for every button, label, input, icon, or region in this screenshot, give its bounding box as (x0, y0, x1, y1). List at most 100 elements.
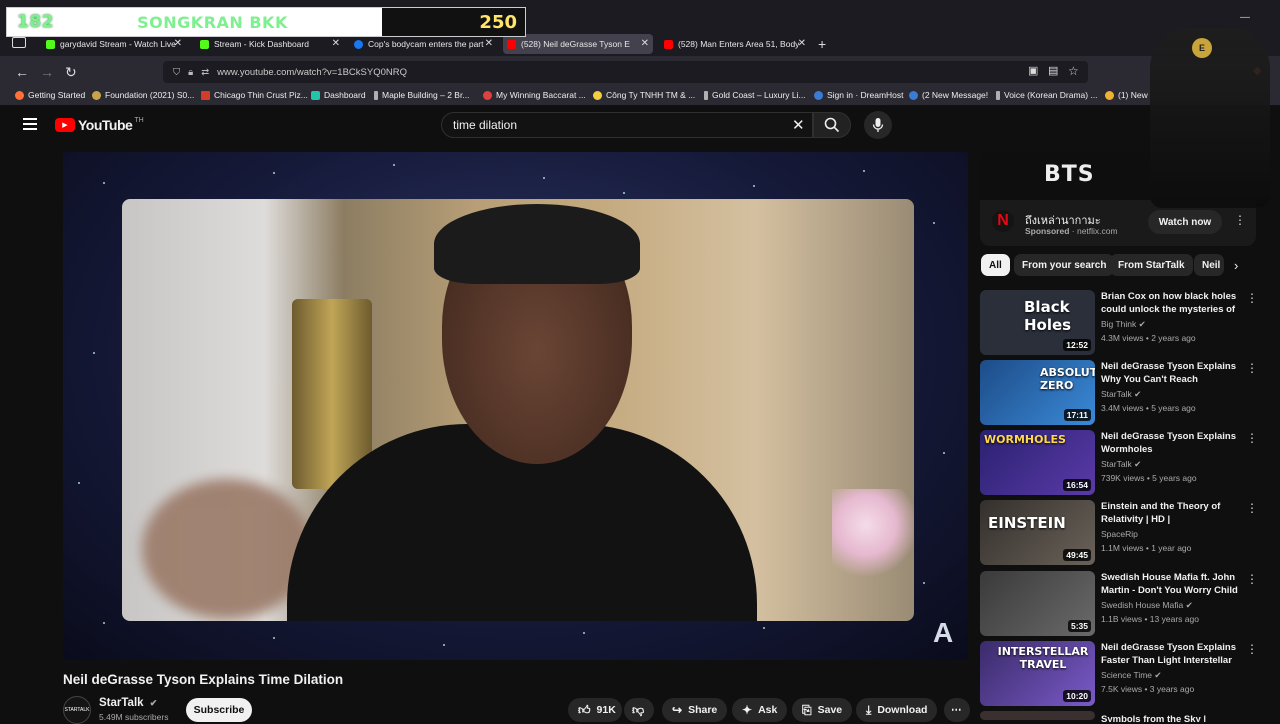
recommendation-title[interactable]: Einstein and the Theory of Relativity | … (1101, 500, 1241, 526)
close-icon[interactable]: ✕ (332, 38, 340, 49)
save-button[interactable]: ⎘ Save (792, 698, 853, 722)
reader-icon[interactable]: ▤ (1048, 64, 1058, 77)
tab-item[interactable]: Stream - Kick Dashboard ✕ (196, 34, 344, 54)
chair-logo-icon: E (1192, 38, 1212, 58)
video-thumbnail[interactable]: WORMHOLES 16:54 (980, 430, 1095, 495)
search-input[interactable]: time dilation (441, 112, 813, 138)
bookmark-label: Getting Started (28, 90, 86, 100)
bookmark-favicon (1105, 90, 1114, 100)
bookmark-item[interactable]: Foundation (2021) S0... (92, 90, 194, 100)
screenshot-icon[interactable]: ▣ (1028, 64, 1038, 77)
close-icon[interactable]: ✕ (485, 38, 493, 49)
thumbnail-text: ABSOLUTE ZERO (1040, 366, 1095, 392)
recommendation-item[interactable]: 5:35 Swedish House Mafia ft. John Martin… (980, 571, 1270, 637)
recommendation-channel[interactable]: StarTalk ✔ (1101, 389, 1141, 400)
recommendation-channel[interactable]: SpaceRip (1101, 529, 1138, 539)
person-hair-image (434, 204, 640, 284)
recommendation-item[interactable]: INTERSTELLAR TRAVEL 10:20 Neil deGrasse … (980, 641, 1270, 707)
menu-icon[interactable] (23, 118, 37, 130)
video-thumbnail[interactable]: EINSTEIN 49:45 (980, 500, 1095, 565)
new-tab-button[interactable]: + (818, 36, 826, 52)
tab-item[interactable]: garydavid Stream - Watch Live ✕ (42, 34, 186, 54)
kebab-menu-icon[interactable]: ⋮ (1246, 572, 1258, 586)
bookmark-star-icon[interactable]: ☆ (1068, 64, 1079, 78)
url-bar[interactable]: ⛉ 🔒︎ ⇄ www.youtube.com/watch?v=1BCkSYQ0N… (163, 61, 1088, 83)
kebab-menu-icon[interactable]: ⋮ (1234, 213, 1246, 227)
bookmark-item[interactable]: Dashboard (311, 90, 366, 100)
chip-neil[interactable]: Neil (1194, 254, 1224, 276)
tab-label: (528) Neil deGrasse Tyson E (521, 39, 630, 49)
kebab-menu-icon[interactable]: ⋮ (1246, 501, 1258, 515)
recommendation-item[interactable]: WORMHOLES 16:54 Neil deGrasse Tyson Expl… (980, 430, 1270, 496)
recommendation-item[interactable]: ABSOLUTE ZERO 17:11 Neil deGrasse Tyson … (980, 360, 1270, 426)
bookmark-item[interactable]: (1) New (1105, 90, 1148, 100)
close-icon[interactable]: ✕ (641, 38, 649, 49)
kebab-menu-icon[interactable]: ⋮ (1246, 361, 1258, 375)
like-button[interactable]: 👍︎ 91K (568, 698, 622, 722)
kebab-menu-icon[interactable]: ⋮ (1246, 642, 1258, 656)
recommendation-title[interactable]: Brian Cox on how black holes could unloc… (1101, 290, 1241, 316)
close-icon[interactable]: ✕ (798, 38, 806, 49)
stream-overlay: 182 SONGKRAN BKK 250 (6, 7, 526, 37)
video-thumbnail[interactable]: 5:35 (980, 571, 1095, 636)
tab-overview-icon[interactable] (12, 37, 26, 48)
watch-now-button[interactable]: Watch now (1148, 210, 1222, 234)
recommendation-item[interactable]: Symbols from the Sky | Ancient ... (980, 711, 1270, 722)
voice-search-button[interactable] (864, 111, 892, 139)
tab-item[interactable]: Cop's bodycam enters the part ✕ (350, 34, 497, 54)
recommendation-title[interactable]: Neil deGrasse Tyson Explains Wormholes (1101, 430, 1241, 456)
chip-from-startalk[interactable]: From StarTalk (1110, 254, 1193, 276)
recommendation-channel[interactable]: Big Think ✔ (1101, 319, 1146, 330)
recommendation-channel[interactable]: StarTalk ✔ (1101, 459, 1141, 470)
bookmark-item[interactable]: Maple Building – 2 Br... (374, 90, 469, 100)
recommendation-title[interactable]: Neil deGrasse Tyson Explains Why You Can… (1101, 360, 1241, 386)
recommendation-title[interactable]: Swedish House Mafia ft. John Martin - Do… (1101, 571, 1241, 597)
clear-search-icon[interactable]: ✕ (792, 116, 805, 134)
bookmark-item[interactable]: Sign in · DreamHost (814, 90, 904, 100)
subscribe-button[interactable]: Subscribe (186, 698, 252, 722)
ask-button[interactable]: ✦ Ask (732, 698, 788, 722)
download-icon: ⤓ (866, 702, 872, 717)
share-button[interactable]: ↪ Share (662, 698, 728, 722)
dislike-button[interactable]: 👎︎ (624, 698, 654, 722)
minimize-icon[interactable]: — (1240, 12, 1250, 23)
channel-name[interactable]: StarTalk ✔ (99, 697, 157, 709)
video-thumbnail[interactable]: INTERSTELLAR TRAVEL 10:20 (980, 641, 1095, 706)
bookmark-item[interactable]: Getting Started (15, 90, 85, 100)
bookmark-item[interactable]: Gold Coast – Luxury Li... (704, 90, 806, 100)
bookmark-item[interactable]: Voice (Korean Drama) ... (996, 90, 1098, 100)
video-frame[interactable] (122, 199, 914, 621)
video-thumbnail[interactable]: ABSOLUTE ZERO 17:11 (980, 360, 1095, 425)
tab-item-active[interactable]: (528) Neil deGrasse Tyson E ✕ (503, 34, 653, 54)
facebook-icon (354, 39, 363, 49)
download-button[interactable]: ⤓ Download (856, 698, 938, 722)
forward-icon[interactable]: → (40, 64, 54, 80)
bookmark-item[interactable]: My Winning Baccarat ... (483, 90, 586, 100)
bookmark-item[interactable]: Công Ty TNHH TM & ... (593, 90, 695, 100)
bookmark-item[interactable]: (2 New Message! (909, 90, 988, 100)
bookmark-item[interactable]: Chicago Thin Crust Piz... (201, 90, 308, 100)
reload-icon[interactable]: ↻ (65, 64, 77, 81)
search-button[interactable] (813, 112, 851, 138)
back-icon[interactable]: ← (15, 64, 29, 80)
kebab-menu-icon[interactable]: ⋮ (1246, 431, 1258, 445)
chip-from-your-search[interactable]: From your search (1014, 254, 1115, 276)
chevron-right-icon[interactable]: › (1234, 258, 1238, 273)
youtube-logo[interactable]: ▶ YouTube TH (55, 117, 144, 133)
recommendation-channel[interactable]: Science Time ✔ (1101, 670, 1162, 681)
recommendation-item[interactable]: Black Holes 12:52 Brian Cox on how black… (980, 290, 1270, 356)
video-thumbnail[interactable]: Black Holes 12:52 (980, 290, 1095, 355)
url-text: www.youtube.com/watch?v=1BCkSYQ0NRQ (217, 66, 407, 78)
video-thumbnail[interactable] (980, 711, 1095, 720)
kebab-menu-icon[interactable]: ⋮ (1246, 291, 1258, 305)
recommendation-title[interactable]: Symbols from the Sky | Ancient ... (1101, 713, 1241, 722)
more-actions-button[interactable]: ⋯ (944, 698, 970, 722)
tab-item[interactable]: (528) Man Enters Area 51, Body ✕ (660, 34, 810, 54)
channel-text: Big Think (1101, 319, 1137, 329)
recommendation-channel[interactable]: Swedish House Mafia ✔ (1101, 600, 1193, 611)
recommendation-title[interactable]: Neil deGrasse Tyson Explains Faster Than… (1101, 641, 1241, 667)
chip-all[interactable]: All (981, 254, 1010, 276)
close-icon[interactable]: ✕ (174, 38, 182, 49)
recommendation-item[interactable]: EINSTEIN 49:45 Einstein and the Theory o… (980, 500, 1270, 566)
lock-icon: 🔒︎ (188, 66, 194, 78)
